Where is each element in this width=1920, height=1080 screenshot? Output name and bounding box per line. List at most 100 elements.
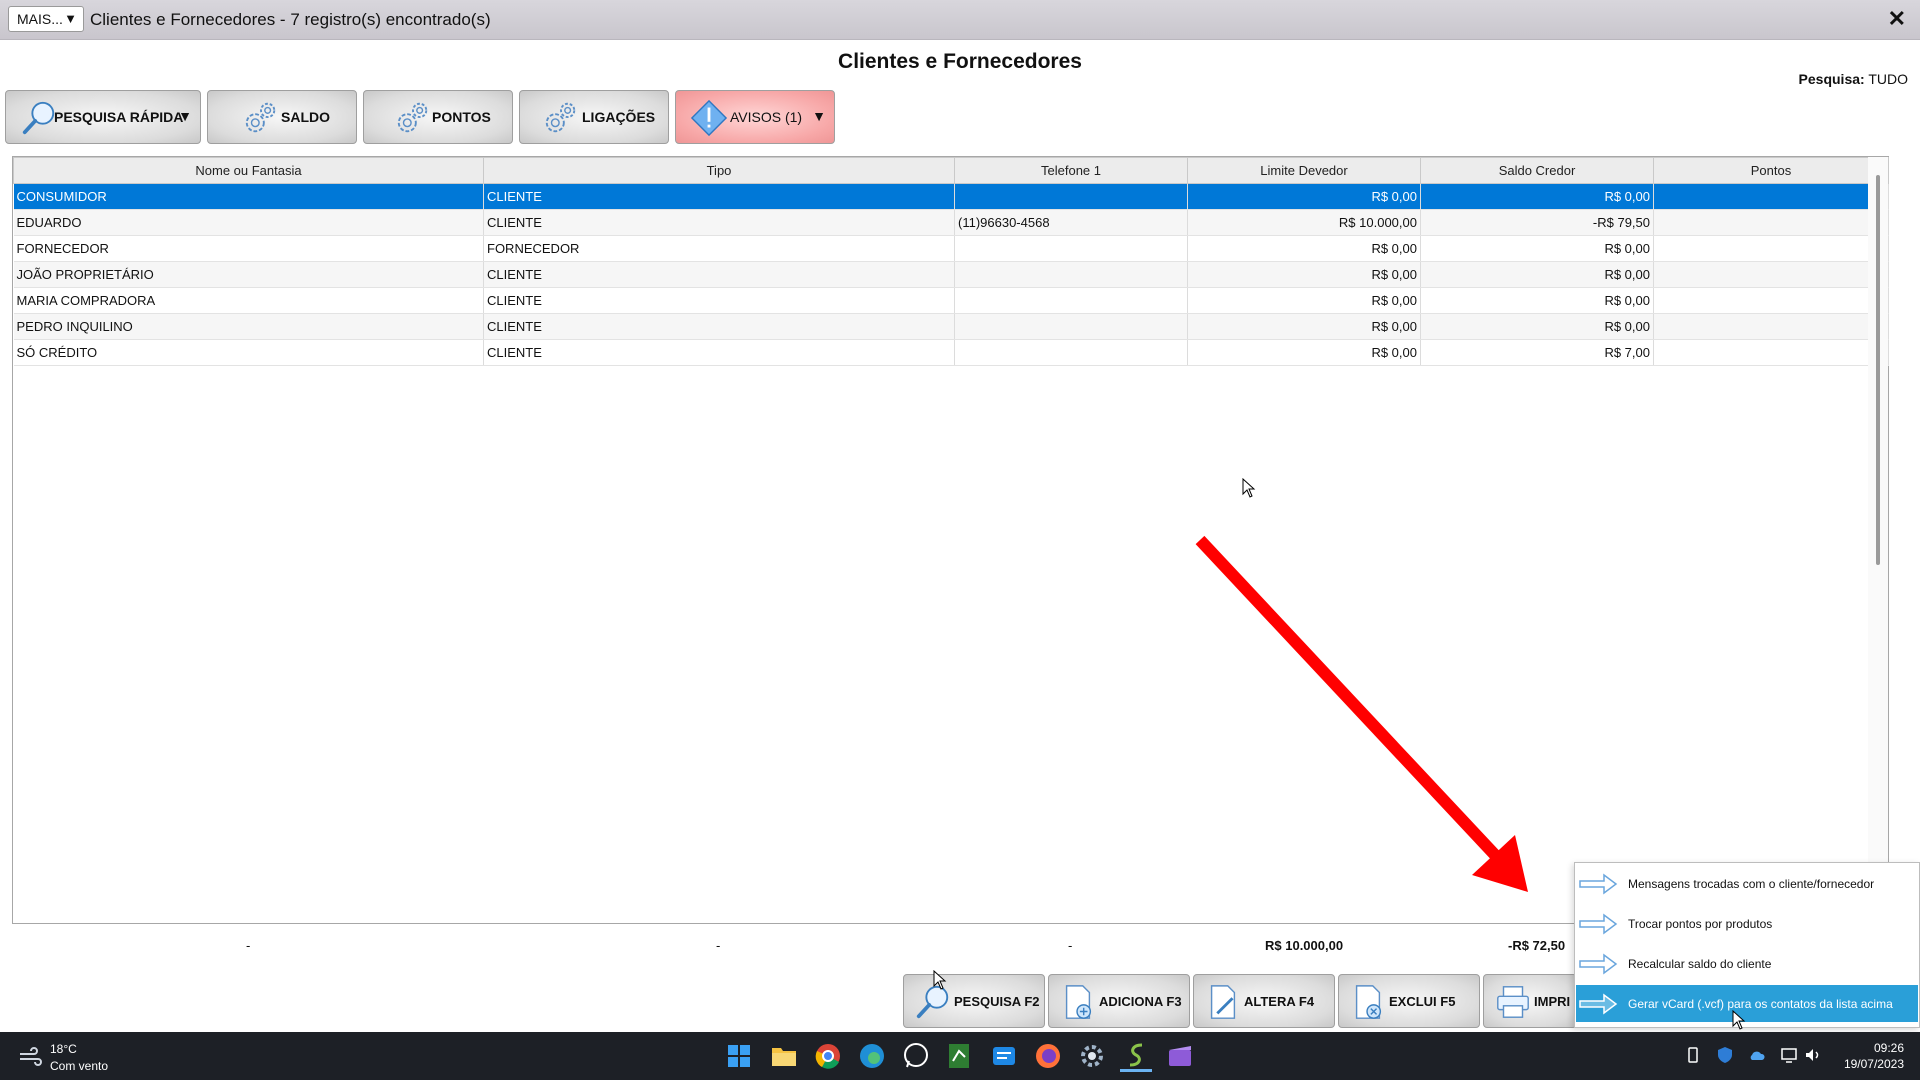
table-row[interactable]: JOÃO PROPRIETÁRIO CLIENTE R$ 0,00 R$ 0,0… (13, 261, 1889, 288)
search-scope-label: Pesquisa: (1798, 71, 1865, 87)
weather-temperature: 18°C (50, 1042, 77, 1056)
annotation-arrow (1195, 535, 1528, 892)
column-header-tipo[interactable]: Tipo (483, 157, 955, 184)
arrow-right-icon (1579, 993, 1618, 1015)
cell-limite: R$ 0,00 (1187, 339, 1421, 366)
chevron-down-icon[interactable]: ▼ (812, 108, 826, 124)
wind-icon (20, 1047, 42, 1066)
table-row[interactable]: SÓ CRÉDITO CLIENTE R$ 0,00 R$ 7,00 0 (13, 339, 1889, 366)
cell-limite: R$ 0,00 (1187, 183, 1421, 210)
pesquisa-f2-button[interactable]: PESQUISA F2 (903, 974, 1045, 1028)
edge-icon[interactable] (856, 1040, 888, 1072)
column-header-limite[interactable]: Limite Devedor (1187, 157, 1421, 184)
cell-pontos: 0 (1653, 183, 1889, 210)
cell-telefone (954, 235, 1188, 262)
add-document-icon (1065, 985, 1092, 1019)
video-editor-icon[interactable] (1164, 1040, 1196, 1072)
vertical-scrollbar[interactable] (1868, 157, 1888, 923)
exclui-f5-button[interactable]: EXCLUI F5 (1338, 974, 1480, 1028)
cell-limite: R$ 0,00 (1187, 235, 1421, 262)
clock-time: 09:26 (1873, 1041, 1904, 1055)
quick-search-button[interactable]: PESQUISA RÁPIDA ▼ (5, 90, 201, 144)
mail-app-icon[interactable] (988, 1040, 1020, 1072)
title-bar: MAIS... ▼ Clientes e Fornecedores - 7 re… (0, 0, 1920, 40)
chrome-icon[interactable] (812, 1040, 844, 1072)
pontos-button[interactable]: PONTOS (363, 90, 513, 144)
cell-telefone (954, 183, 1188, 210)
chevron-down-icon[interactable]: ▼ (178, 108, 192, 124)
close-icon[interactable]: ✕ (1888, 6, 1906, 32)
settings-gear-icon[interactable] (1076, 1040, 1108, 1072)
column-header-pontos[interactable]: Pontos (1653, 157, 1889, 184)
cell-limite: R$ 0,00 (1187, 313, 1421, 340)
menu-item-gerar-vcard[interactable]: Gerar vCard (.vcf) para os contatos da l… (1576, 985, 1918, 1022)
cell-telefone (954, 287, 1188, 314)
mais-label: MAIS... (17, 11, 63, 27)
menu-item-label: Trocar pontos por produtos (1628, 917, 1773, 931)
mais-menu-button[interactable]: MAIS... ▼ (8, 6, 84, 32)
magnifier-icon (22, 101, 55, 135)
printer-icon (1497, 986, 1529, 1018)
imprime-button[interactable]: IMPRI (1483, 974, 1577, 1028)
table-row[interactable]: EDUARDO CLIENTE (11)96630-4568 R$ 10.000… (13, 209, 1889, 236)
cell-tipo: CLIENTE (483, 313, 955, 340)
edit-document-icon (1210, 985, 1236, 1019)
scrollbar-thumb[interactable] (1876, 175, 1880, 565)
cell-nome: JOÃO PROPRIETÁRIO (13, 261, 484, 288)
clock-date: 19/07/2023 (1843, 1057, 1904, 1071)
usb-icon[interactable] (1684, 1046, 1702, 1064)
volume-icon[interactable] (1804, 1046, 1822, 1064)
start-menu-icon[interactable] (723, 1040, 755, 1072)
menu-item-trocar-pontos[interactable]: Trocar pontos por produtos (1576, 905, 1918, 942)
system-clock[interactable]: 09:26 19/07/2023 (1844, 1040, 1904, 1072)
column-header-telefone[interactable]: Telefone 1 (954, 157, 1188, 184)
table-row[interactable]: FORNECEDOR FORNECEDOR R$ 0,00 R$ 0,00 0 (13, 235, 1889, 262)
cell-pontos: 10 (1653, 209, 1889, 236)
cell-nome: PEDRO INQUILINO (13, 313, 484, 340)
cloud-icon[interactable] (1748, 1046, 1766, 1064)
cell-telefone: (11)96630-4568 (954, 209, 1188, 236)
column-header-saldo[interactable]: Saldo Credor (1420, 157, 1654, 184)
taskbar: 18°C Com vento 09:26 19/07/2023 (0, 1032, 1920, 1080)
weather-description: Com vento (50, 1059, 109, 1073)
cell-pontos: 0 (1653, 313, 1889, 340)
pesquisa-f2-label: PESQUISA F2 (954, 994, 1040, 1009)
file-explorer-icon[interactable] (768, 1040, 800, 1072)
cell-saldo: R$ 0,00 (1420, 313, 1654, 340)
mouse-cursor-icon (1242, 478, 1256, 498)
search-scope-value: TUDO (1868, 71, 1908, 87)
table-row[interactable]: CONSUMIDOR CLIENTE R$ 0,00 R$ 0,00 0 (13, 183, 1889, 210)
table-row[interactable]: MARIA COMPRADORA CLIENTE R$ 0,00 R$ 0,00… (13, 287, 1889, 314)
cell-saldo: R$ 0,00 (1420, 261, 1654, 288)
cell-saldo: R$ 0,00 (1420, 183, 1654, 210)
table-row[interactable]: PEDRO INQUILINO CLIENTE R$ 0,00 R$ 0,00 … (13, 313, 1889, 340)
avisos-label: AVISOS (1) (730, 109, 803, 125)
cell-limite: R$ 0,00 (1187, 287, 1421, 314)
cell-saldo: R$ 0,00 (1420, 287, 1654, 314)
menu-item-recalcular-saldo[interactable]: Recalcular saldo do cliente (1576, 945, 1918, 982)
saldo-button[interactable]: SALDO (207, 90, 357, 144)
cell-telefone (954, 313, 1188, 340)
column-header-nome[interactable]: Nome ou Fantasia (13, 157, 484, 184)
total-col3: - (1068, 938, 1073, 953)
whatsapp-icon[interactable] (900, 1040, 932, 1072)
cell-tipo: CLIENTE (483, 287, 955, 314)
altera-f4-button[interactable]: ALTERA F4 (1193, 974, 1335, 1028)
menu-item-mensagens[interactable]: Mensagens trocadas com o cliente/fornece… (1576, 865, 1918, 902)
firefox-icon[interactable] (1032, 1040, 1064, 1072)
avisos-button[interactable]: AVISOS (1) ▼ (675, 90, 835, 144)
saldo-label: SALDO (281, 109, 330, 125)
imprime-label: IMPRI (1534, 994, 1571, 1009)
cell-saldo: -R$ 79,50 (1420, 209, 1654, 236)
security-shield-icon[interactable] (1716, 1046, 1734, 1064)
cell-nome: SÓ CRÉDITO (13, 339, 484, 366)
menu-item-label: Mensagens trocadas com o cliente/fornece… (1628, 877, 1875, 891)
cell-pontos: 0 (1653, 339, 1889, 366)
ligacoes-button[interactable]: LIGAÇÕES (519, 90, 669, 144)
active-app-icon[interactable] (1120, 1040, 1152, 1072)
spreadsheet-app-icon[interactable] (943, 1040, 975, 1072)
warning-diamond-icon (690, 99, 728, 137)
network-icon[interactable] (1780, 1046, 1798, 1064)
adiciona-f3-button[interactable]: ADICIONA F3 (1048, 974, 1190, 1028)
arrow-right-icon (1579, 873, 1618, 895)
